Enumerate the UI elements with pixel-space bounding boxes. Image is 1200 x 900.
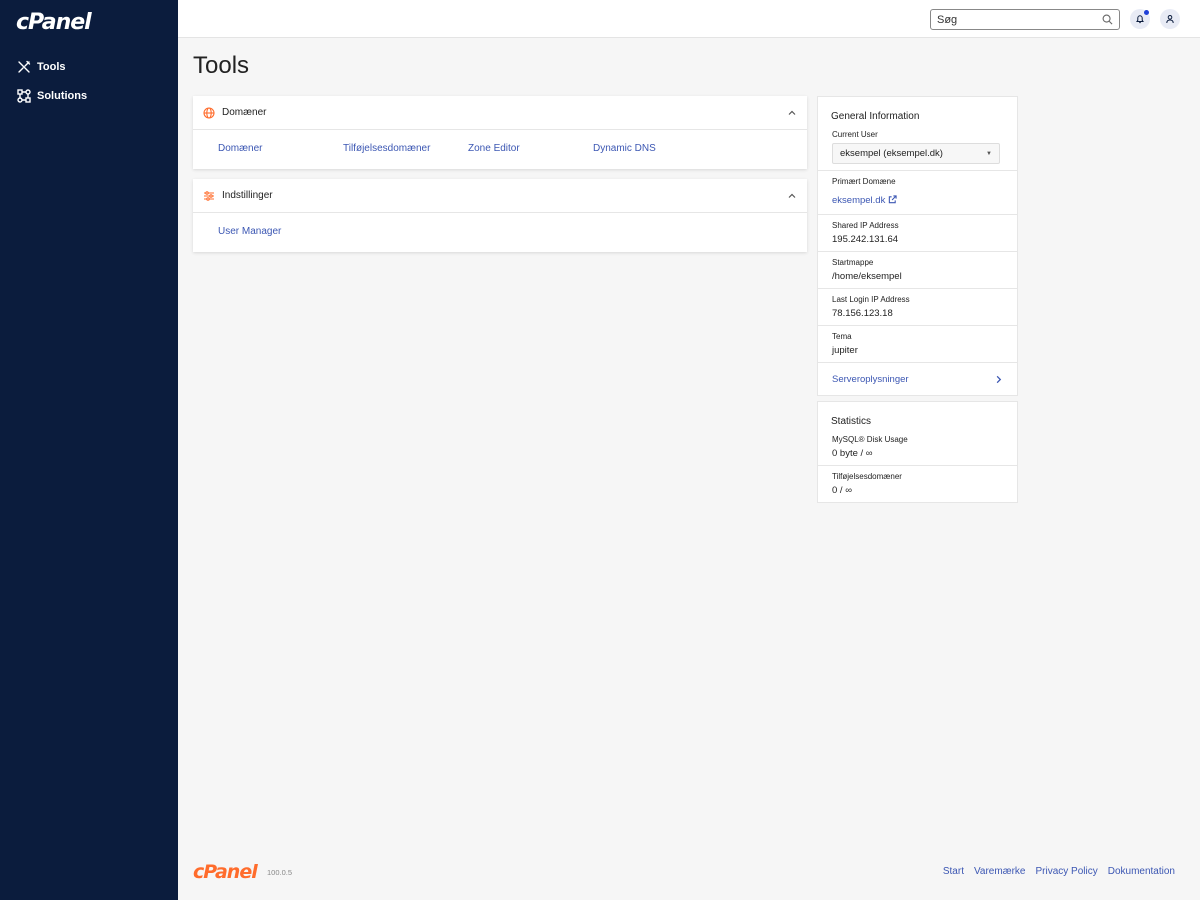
home-dir-row: Startmappe /home/eksempel	[818, 252, 1017, 289]
settings-panel-header[interactable]: Indstillinger	[193, 179, 807, 213]
external-link-icon	[888, 195, 897, 204]
sidebar-item-solutions[interactable]: Solutions	[0, 81, 178, 110]
theme-label: Tema	[832, 332, 852, 341]
primary-domain-row: Primært Domæne eksempel.dk	[818, 171, 1017, 215]
current-user-select[interactable]: eksempel (eksempel.dk) ▼	[832, 143, 1000, 164]
link-dynamic-dns[interactable]: Dynamic DNS	[593, 143, 656, 154]
last-login-label: Last Login IP Address	[832, 295, 910, 304]
globe-icon	[203, 106, 215, 119]
tools-icon	[18, 60, 31, 73]
primary-domain-link[interactable]: eksempel.dk	[832, 195, 897, 206]
primary-domain-label: Primært Domæne	[832, 177, 896, 186]
footer-link-trademark[interactable]: Varemærke	[974, 866, 1026, 877]
mysql-usage-row: MySQL® Disk Usage 0 byte / ∞	[818, 433, 1017, 466]
version-label: 100.0.5	[267, 868, 293, 877]
current-user-value: eksempel (eksempel.dk)	[840, 148, 943, 159]
sidebar-item-label: Solutions	[37, 89, 88, 102]
sidebar-item-label: Tools	[37, 60, 66, 73]
statistics-panel: Statistics MySQL® Disk Usage 0 byte / ∞ …	[817, 401, 1018, 503]
footer-link-start[interactable]: Start	[943, 866, 964, 877]
last-login-row: Last Login IP Address 78.156.123.18	[818, 289, 1017, 326]
domains-panel-title: Domæner	[222, 107, 267, 118]
home-dir-value: /home/eksempel	[832, 271, 902, 282]
current-user-row: Current User eksempel (eksempel.dk) ▼	[818, 130, 1017, 171]
cpanel-logo[interactable]: cPanel	[16, 10, 92, 35]
search-box[interactable]	[930, 9, 1120, 30]
mysql-usage-value: 0 byte / ∞	[832, 448, 873, 459]
footer-link-docs[interactable]: Dokumentation	[1108, 866, 1175, 877]
user-icon	[1166, 15, 1174, 24]
search-input[interactable]	[937, 13, 1102, 26]
user-menu-button[interactable]	[1160, 9, 1180, 29]
caret-down-icon: ▼	[986, 150, 992, 157]
home-dir-label: Startmappe	[832, 258, 874, 267]
page-title: Tools	[193, 52, 250, 79]
statistics-title: Statistics	[831, 416, 872, 427]
link-domains[interactable]: Domæner	[218, 143, 262, 154]
chevron-up-icon[interactable]	[787, 191, 797, 201]
primary-domain-value: eksempel.dk	[832, 195, 886, 206]
notification-dot	[1144, 10, 1149, 15]
theme-row: Tema jupiter	[818, 326, 1017, 363]
server-info-row[interactable]: Serveroplysninger	[818, 363, 1017, 395]
addon-domains-row: Tilføjelsesdomæner 0 / ∞	[818, 466, 1017, 502]
addon-domains-value: 0 / ∞	[832, 485, 852, 496]
notifications-button[interactable]	[1130, 9, 1150, 29]
footer-links: Start Varemærke Privacy Policy Dokumenta…	[943, 866, 1175, 877]
sidebar-item-tools[interactable]: Tools	[0, 52, 178, 81]
link-addon-domains[interactable]: Tilføjelsesdomæner	[343, 143, 430, 154]
general-info-panel: General Information Current User eksempe…	[817, 96, 1018, 396]
domains-panel: Domæner Domæner Tilføjelsesdomæner Zone …	[193, 96, 807, 169]
search-icon[interactable]	[1102, 14, 1113, 25]
theme-value: jupiter	[832, 345, 858, 356]
sidebar: cPanel Tools Solutions	[0, 0, 178, 900]
mysql-usage-label: MySQL® Disk Usage	[832, 435, 908, 444]
topbar	[178, 0, 1200, 38]
footer-link-privacy[interactable]: Privacy Policy	[1035, 866, 1097, 877]
settings-panel: Indstillinger User Manager	[193, 179, 807, 252]
link-zone-editor[interactable]: Zone Editor	[468, 143, 520, 154]
general-info-title: General Information	[831, 111, 920, 122]
chevron-right-icon[interactable]	[994, 375, 1003, 384]
solutions-icon	[17, 88, 31, 103]
sliders-icon	[204, 190, 214, 201]
shared-ip-label: Shared IP Address	[832, 221, 899, 230]
domains-panel-header[interactable]: Domæner	[193, 96, 807, 130]
settings-panel-title: Indstillinger	[222, 190, 273, 201]
server-info-link[interactable]: Serveroplysninger	[832, 374, 909, 385]
chevron-up-icon[interactable]	[787, 108, 797, 118]
addon-domains-label: Tilføjelsesdomæner	[832, 472, 902, 481]
current-user-label: Current User	[832, 130, 878, 139]
sidebar-nav: Tools Solutions	[0, 52, 178, 110]
footer-cpanel-logo[interactable]: cPanel	[193, 861, 258, 883]
shared-ip-value: 195.242.131.64	[832, 234, 899, 245]
bell-icon	[1136, 15, 1144, 24]
shared-ip-row: Shared IP Address 195.242.131.64	[818, 215, 1017, 252]
last-login-value: 78.156.123.18	[832, 308, 893, 319]
link-user-manager[interactable]: User Manager	[218, 226, 281, 237]
